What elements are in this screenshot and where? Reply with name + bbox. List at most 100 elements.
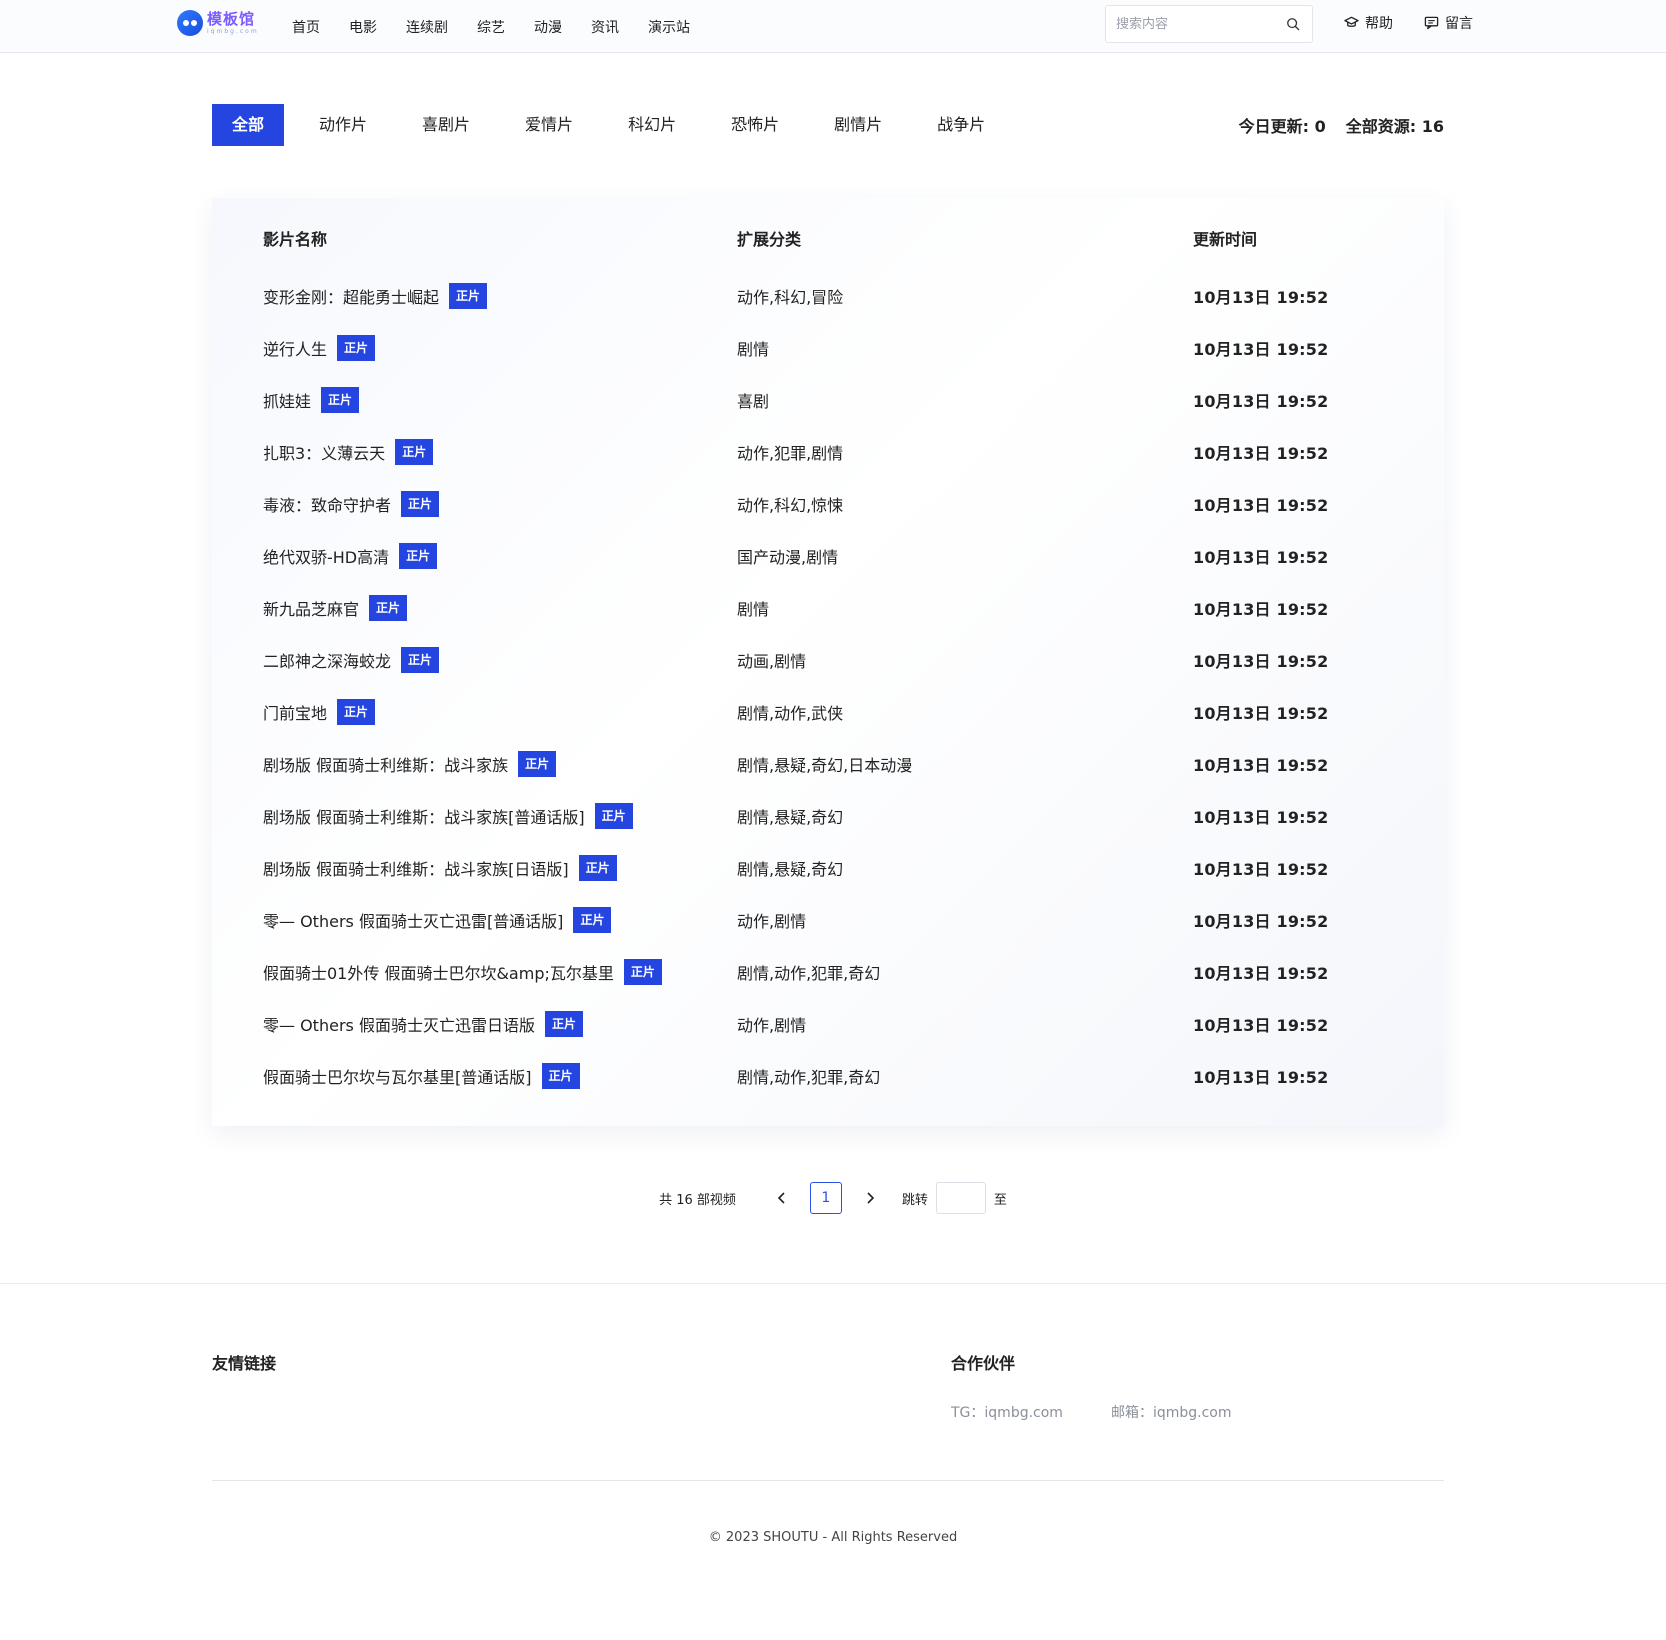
video-title-link[interactable]: 绝代双骄-HD高清 xyxy=(263,544,389,568)
table-row[interactable]: 逆行人生 正片 剧情 10月13日 19:52 xyxy=(263,328,1403,368)
video-title-link[interactable]: 假面骑士01外传 假面骑士巴尔坎&amp;瓦尔基里 xyxy=(263,960,614,984)
logo-name: 模板馆 xyxy=(207,9,256,28)
tab-drama[interactable]: 剧情片 xyxy=(834,104,882,146)
video-title-link[interactable]: 抓娃娃 xyxy=(263,388,311,412)
table-row[interactable]: 剧场版 假面骑士利维斯：战斗家族[普通话版] 正片 剧情,悬疑,奇幻 10月13日 1… xyxy=(263,796,1403,836)
jump-suffix: 至 xyxy=(993,1192,1007,1208)
tab-horror[interactable]: 恐怖片 xyxy=(731,104,779,146)
video-title-link[interactable]: 新九品芝麻官 xyxy=(263,596,359,620)
video-title-link[interactable]: 剧场版 假面骑士利维斯：战斗家族[普通话版] xyxy=(263,804,585,828)
row-update-time: 10月13日 19:52 xyxy=(1193,444,1329,463)
tab-scifi[interactable]: 科幻片 xyxy=(628,104,676,146)
prev-page-button[interactable] xyxy=(772,1188,792,1208)
nav-item-series[interactable]: 连续剧 xyxy=(406,17,448,37)
table-row[interactable]: 剧场版 假面骑士利维斯：战斗家族[日语版] 正片 剧情,悬疑,奇幻 10月13日 19… xyxy=(263,848,1403,888)
next-page-button[interactable] xyxy=(860,1188,880,1208)
message-link[interactable]: 留言 xyxy=(1424,0,1473,45)
row-title-cell: 零— Others 假面骑士灭亡迅雷[普通话版] 正片 xyxy=(263,900,612,940)
row-title-cell: 变形金刚：超能勇士崛起 正片 xyxy=(263,276,488,316)
row-update-time: 10月13日 19:52 xyxy=(1193,860,1329,879)
table-row[interactable]: 绝代双骄-HD高清 正片 国产动漫,剧情 10月13日 19:52 xyxy=(263,536,1403,576)
table-row[interactable]: 抓娃娃 正片 喜剧 10月13日 19:52 xyxy=(263,380,1403,420)
nav-item-variety[interactable]: 综艺 xyxy=(477,17,505,37)
friend-links-title: 友情链接 xyxy=(212,1354,277,1373)
video-list-card: 影片名称 扩展分类 更新时间 变形金刚：超能勇士崛起 正片 动作,科幻,冒险 10月1… xyxy=(212,198,1444,1126)
logo-mascot-icon xyxy=(177,10,203,36)
row-title-cell: 毒液：致命守护者 正片 xyxy=(263,484,440,524)
table-row[interactable]: 新九品芝麻官 正片 剧情 10月13日 19:52 xyxy=(263,588,1403,628)
help-label: 帮助 xyxy=(1365,15,1393,32)
status-badge: 正片 xyxy=(449,283,488,309)
nav-item-anime[interactable]: 动漫 xyxy=(534,17,562,37)
row-update-time: 10月13日 19:52 xyxy=(1193,496,1329,515)
site-footer: 友情链接 合作伙伴 TG：iqmbg.com 邮箱：iqmbg.com © 20… xyxy=(0,1283,1666,1640)
pagination: 共 16 部视频 1 跳转 至 xyxy=(0,1180,1666,1216)
jump-page-input[interactable] xyxy=(936,1183,985,1213)
video-title-link[interactable]: 剧场版 假面骑士利维斯：战斗家族 xyxy=(263,752,508,776)
nav-item-news[interactable]: 资讯 xyxy=(591,17,619,37)
tab-romance[interactable]: 爱情片 xyxy=(525,104,573,146)
nav-item-home[interactable]: 首页 xyxy=(292,17,320,37)
row-category: 剧情,动作,武侠 xyxy=(737,704,844,723)
video-title-link[interactable]: 变形金刚：超能勇士崛起 xyxy=(263,284,439,308)
table-row[interactable]: 零— Others 假面骑士灭亡迅雷[普通话版] 正片 动作,剧情 10月13日 19… xyxy=(263,900,1403,940)
jump-label: 跳转 xyxy=(901,1192,928,1208)
chevron-right-icon xyxy=(867,1192,875,1204)
row-title-cell: 假面骑士巴尔坎与瓦尔基里[普通话版] 正片 xyxy=(263,1056,580,1096)
row-title-cell: 逆行人生 正片 xyxy=(263,328,376,368)
tab-all[interactable]: 全部 xyxy=(212,104,285,146)
tab-action[interactable]: 动作片 xyxy=(319,104,367,146)
nav-item-demo[interactable]: 演示站 xyxy=(648,17,690,37)
video-title-link[interactable]: 二郎神之深海蛟龙 xyxy=(263,648,391,672)
video-title-link[interactable]: 剧场版 假面骑士利维斯：战斗家族[日语版] xyxy=(263,856,569,880)
video-title-link[interactable]: 零— Others 假面骑士灭亡迅雷日语版 xyxy=(263,1012,535,1036)
video-title-link[interactable]: 扎职3：义薄云天 xyxy=(263,440,385,464)
row-update-time: 10月13日 19:52 xyxy=(1193,704,1329,723)
header-category: 扩展分类 xyxy=(737,230,802,249)
jump-field xyxy=(935,1182,986,1214)
row-update-time: 10月13日 19:52 xyxy=(1193,392,1329,411)
status-badge: 正片 xyxy=(369,595,408,621)
search-icon[interactable] xyxy=(1286,17,1300,31)
table-row[interactable]: 变形金刚：超能勇士崛起 正片 动作,科幻,冒险 10月13日 19:52 xyxy=(263,276,1403,316)
partner-tg[interactable]: TG：iqmbg.com xyxy=(951,1402,1063,1422)
nav-item-movies[interactable]: 电影 xyxy=(349,17,377,37)
table-row[interactable]: 剧场版 假面骑士利维斯：战斗家族 正片 剧情,悬疑,奇幻,日本动漫 10月13日 19… xyxy=(263,744,1403,784)
partner-email[interactable]: 邮箱：iqmbg.com xyxy=(1111,1402,1232,1422)
row-category: 国产动漫,剧情 xyxy=(737,548,839,567)
row-category: 剧情,悬疑,奇幻 xyxy=(737,860,844,879)
message-label: 留言 xyxy=(1445,15,1473,32)
status-badge: 正片 xyxy=(541,1063,580,1089)
status-badge: 正片 xyxy=(321,387,360,413)
status-badge: 正片 xyxy=(337,335,376,361)
help-link[interactable]: 帮助 xyxy=(1344,0,1393,45)
page-button-current[interactable]: 1 xyxy=(809,1182,842,1214)
table-row[interactable]: 假面骑士01外传 假面骑士巴尔坎&amp;瓦尔基里 正片 剧情,动作,犯罪,奇幻 10… xyxy=(263,952,1403,992)
row-category: 喜剧 xyxy=(737,392,770,411)
table-row[interactable]: 零— Others 假面骑士灭亡迅雷日语版 正片 动作,剧情 10月13日 19:52 xyxy=(263,1004,1403,1044)
table-row[interactable]: 二郎神之深海蛟龙 正片 动画,剧情 10月13日 19:52 xyxy=(263,640,1403,680)
video-title-link[interactable]: 零— Others 假面骑士灭亡迅雷[普通话版] xyxy=(263,908,563,932)
row-category: 剧情,动作,犯罪,奇幻 xyxy=(737,1068,881,1087)
video-title-link[interactable]: 门前宝地 xyxy=(263,700,327,724)
row-category: 动画,剧情 xyxy=(737,652,807,671)
video-title-link[interactable]: 逆行人生 xyxy=(263,336,327,360)
row-title-cell: 假面骑士01外传 假面骑士巴尔坎&amp;瓦尔基里 正片 xyxy=(263,952,662,992)
search-input[interactable] xyxy=(1106,6,1276,42)
video-title-link[interactable]: 毒液：致命守护者 xyxy=(263,492,391,516)
row-category: 动作,科幻,冒险 xyxy=(737,288,844,307)
tab-comedy[interactable]: 喜剧片 xyxy=(422,104,470,146)
header-title: 影片名称 xyxy=(263,230,328,249)
row-update-time: 10月13日 19:52 xyxy=(1193,756,1329,775)
table-row[interactable]: 毒液：致命守护者 正片 动作,科幻,惊悚 10月13日 19:52 xyxy=(263,484,1403,524)
row-update-time: 10月13日 19:52 xyxy=(1193,340,1329,359)
row-title-cell: 门前宝地 正片 xyxy=(263,692,376,732)
table-row[interactable]: 门前宝地 正片 剧情,动作,武侠 10月13日 19:52 xyxy=(263,692,1403,732)
row-title-cell: 抓娃娃 正片 xyxy=(263,380,360,420)
tab-war[interactable]: 战争片 xyxy=(937,104,985,146)
table-row[interactable]: 假面骑士巴尔坎与瓦尔基里[普通话版] 正片 剧情,动作,犯罪,奇幻 10月13日 19… xyxy=(263,1056,1403,1096)
table-row[interactable]: 扎职3：义薄云天 正片 动作,犯罪,剧情 10月13日 19:52 xyxy=(263,432,1403,472)
video-title-link[interactable]: 假面骑士巴尔坎与瓦尔基里[普通话版] xyxy=(263,1064,532,1088)
site-logo[interactable]: 模板馆 iqmbg.com xyxy=(177,10,259,36)
row-update-time: 10月13日 19:52 xyxy=(1193,808,1329,827)
